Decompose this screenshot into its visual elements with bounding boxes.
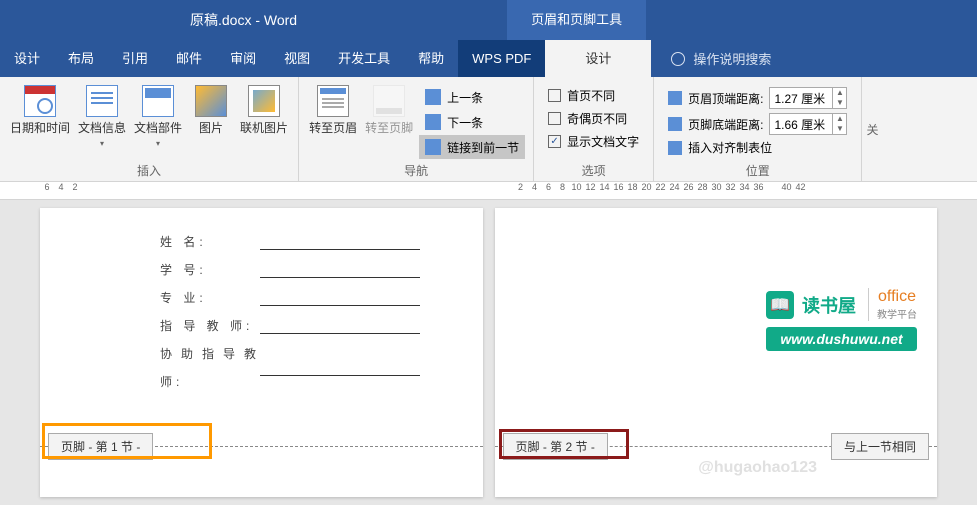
doc-info-button[interactable]: 文档信息▾: [74, 81, 130, 151]
header-top-label: 页眉顶端距离:: [688, 90, 763, 107]
checkbox-icon: [548, 89, 561, 102]
header-icon: [317, 85, 349, 117]
spin-up-icon[interactable]: ▲: [833, 114, 846, 124]
picture-button[interactable]: 图片: [186, 81, 236, 135]
bulb-icon: [671, 52, 685, 66]
tab-design-contextual[interactable]: 设计: [545, 40, 651, 77]
spin-down-icon[interactable]: ▼: [833, 98, 846, 108]
footer-distance-spinner[interactable]: ▲▼: [769, 113, 847, 135]
footer-zone-2[interactable]: 页脚 - 第 2 节 - 与上一节相同: [495, 446, 938, 447]
parts-icon: [142, 85, 174, 117]
footer-distance-input[interactable]: [770, 117, 832, 131]
tell-me-search[interactable]: 操作说明搜索: [671, 49, 771, 68]
insert-align-tab-button[interactable]: 插入对齐制表位: [668, 139, 847, 156]
header-distance-input[interactable]: [770, 91, 832, 105]
footer-section-tag-1: 页脚 - 第 1 节 -: [48, 433, 153, 460]
tab-wps-pdf[interactable]: WPS PDF: [458, 40, 545, 77]
ribbon: 日期和时间 文档信息▾ 文档部件▾ 图片 联机图片 插入 转至页眉 转至页脚 上…: [0, 77, 977, 182]
tab-review[interactable]: 审阅: [216, 40, 270, 77]
group-insert: 日期和时间 文档信息▾ 文档部件▾ 图片 联机图片 插入: [0, 77, 299, 181]
footer-distance-icon: [668, 117, 682, 131]
group-position: 页眉顶端距离: ▲▼ 页脚底端距离: ▲▼ 插入对齐制表位 位置: [654, 77, 862, 181]
tab-mailings[interactable]: 邮件: [162, 40, 216, 77]
tab-references[interactable]: 引用: [108, 40, 162, 77]
next-section-button[interactable]: 下一条: [419, 110, 525, 134]
group-label-position: 位置: [654, 163, 861, 181]
online-picture-button[interactable]: 联机图片: [236, 81, 292, 135]
tab-design-main[interactable]: 设计: [0, 40, 54, 77]
page-1[interactable]: 姓 名: 学 号: 专 业: 指 导 教 师: 协助指导教师: 页脚 - 第 1…: [40, 208, 483, 497]
calendar-icon: [24, 85, 56, 117]
watermark-url: www.dushuwu.net: [766, 327, 917, 351]
up-arrow-icon: [425, 89, 441, 105]
group-label-options: 选项: [534, 163, 653, 181]
checkbox-icon: [548, 112, 561, 125]
down-arrow-icon: [425, 114, 441, 130]
tab-help[interactable]: 帮助: [404, 40, 458, 77]
group-options: 首页不同 奇偶页不同 ✓显示文档文字 选项: [534, 77, 654, 181]
menu-bar: 设计 布局 引用 邮件 审阅 视图 开发工具 帮助 WPS PDF 设计 操作说…: [0, 40, 977, 77]
footer-section-tag-2: 页脚 - 第 2 节 -: [503, 433, 608, 460]
same-as-previous-tag: 与上一节相同: [831, 433, 929, 460]
online-picture-icon: [248, 85, 280, 117]
page-2[interactable]: 📖读书屋office教学平台 www.dushuwu.net @hugaohao…: [495, 208, 938, 497]
check-first-page-different[interactable]: 首页不同: [548, 87, 639, 104]
link-previous-button[interactable]: 链接到前一节: [419, 135, 525, 159]
horizontal-ruler[interactable]: 642 246810121416182022242628303234364042: [0, 182, 977, 200]
checkbox-icon: ✓: [548, 135, 561, 148]
link-icon: [425, 139, 441, 155]
watermark: 📖读书屋office教学平台 www.dushuwu.net: [766, 288, 917, 351]
goto-footer-button: 转至页脚: [361, 81, 417, 135]
form-fields: 姓 名: 学 号: 专 业: 指 导 教 师: 协助指导教师:: [160, 228, 420, 396]
goto-header-button[interactable]: 转至页眉: [305, 81, 361, 135]
prev-section-button[interactable]: 上一条: [419, 85, 525, 109]
group-label-nav: 导航: [299, 163, 533, 181]
tab-developer[interactable]: 开发工具: [324, 40, 404, 77]
spin-down-icon[interactable]: ▼: [833, 124, 846, 134]
close-header-footer-button[interactable]: 关: [862, 77, 882, 181]
tab-layout[interactable]: 布局: [54, 40, 108, 77]
check-show-document-text[interactable]: ✓显示文档文字: [548, 133, 639, 150]
picture-icon: [195, 85, 227, 117]
search-placeholder: 操作说明搜索: [693, 49, 771, 68]
date-time-button[interactable]: 日期和时间: [6, 81, 74, 135]
header-distance-icon: [668, 91, 682, 105]
title-bar: 原稿.docx - Word 页眉和页脚工具: [0, 0, 977, 40]
footer-icon: [373, 85, 405, 117]
ghost-watermark: @hugaohao123: [698, 459, 817, 477]
group-label-insert: 插入: [0, 163, 298, 181]
group-navigation: 转至页眉 转至页脚 上一条 下一条 链接到前一节 导航: [299, 77, 534, 181]
tab-view[interactable]: 视图: [270, 40, 324, 77]
tab-icon: [668, 141, 682, 155]
footer-zone-1[interactable]: 页脚 - 第 1 节 -: [40, 446, 483, 447]
check-odd-even-different[interactable]: 奇偶页不同: [548, 110, 639, 127]
doc-parts-button[interactable]: 文档部件▾: [130, 81, 186, 151]
document-icon: [86, 85, 118, 117]
document-title: 原稿.docx - Word: [190, 10, 297, 30]
header-distance-spinner[interactable]: ▲▼: [769, 87, 847, 109]
contextual-tab-header-footer: 页眉和页脚工具: [507, 0, 646, 40]
document-workspace: 姓 名: 学 号: 专 业: 指 导 教 师: 协助指导教师: 页脚 - 第 1…: [0, 200, 977, 505]
footer-bottom-label: 页脚底端距离:: [688, 116, 763, 133]
book-icon: 📖: [766, 291, 794, 319]
spin-up-icon[interactable]: ▲: [833, 88, 846, 98]
